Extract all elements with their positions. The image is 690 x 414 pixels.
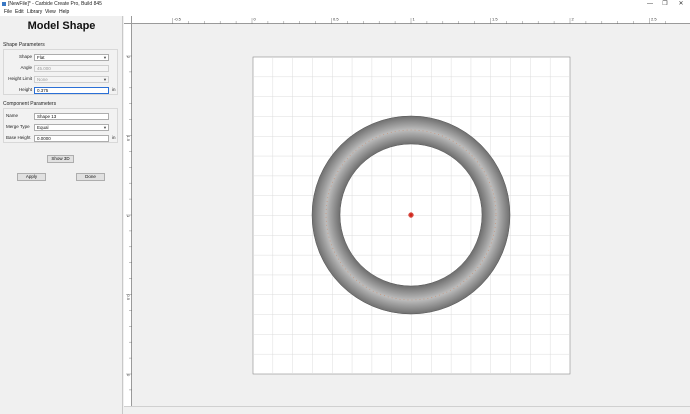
window-title: [NewFile]* - Carbide Create Pro, Build 8… [8, 1, 102, 7]
design-canvas[interactable] [132, 24, 690, 406]
base-height-unit: in [112, 135, 116, 140]
chevron-down-icon: ▼ [103, 55, 107, 60]
title-bar: [NewFile]* - Carbide Create Pro, Build 8… [0, 0, 690, 9]
component-parameters-group: Name Merge Type Equal ▼ Base Height in [3, 108, 118, 143]
component-parameters-label: Component Parameters [3, 101, 57, 107]
ruler-top-label: -0.5 [174, 17, 182, 22]
height-limit-value: None [37, 77, 48, 82]
app-icon [2, 2, 6, 6]
minimize-button[interactable]: — [642, 0, 658, 9]
shape-select[interactable]: Flat ▼ [34, 54, 109, 61]
ruler-left-scale: 2 1.5 1 0.5 0 [126, 55, 132, 391]
chevron-down-icon: ▼ [103, 77, 107, 82]
height-label: Height [18, 87, 32, 92]
menu-file[interactable]: File [4, 9, 12, 16]
menu-help[interactable]: Help [59, 9, 69, 16]
ruler-top-label: 1.5 [492, 17, 498, 22]
height-limit-label: Height Limit [8, 76, 32, 81]
ruler-top-scale: -0.5 0 0.5 1 1.5 2 2.5 [172, 17, 666, 24]
menu-edit[interactable]: Edit [15, 9, 24, 16]
canvas-scrollbar[interactable] [124, 406, 690, 414]
ruler-top-label: 2.5 [651, 17, 657, 22]
ruler-left-label: 2 [126, 56, 131, 59]
menu-view[interactable]: View [45, 9, 56, 16]
ruler-top: -0.5 0 0.5 1 1.5 2 2.5 [132, 16, 690, 24]
base-height-field[interactable] [34, 135, 109, 142]
merge-type-value: Equal [37, 125, 49, 130]
ruler-left: 2 1.5 1 0.5 0 [124, 24, 132, 406]
menu-library[interactable]: Library [27, 9, 42, 16]
menu-bar: File Edit Library View Help [0, 9, 690, 16]
ruler-corner [124, 16, 132, 24]
maximize-button[interactable]: ❐ [657, 0, 673, 9]
panel-title: Model Shape [27, 20, 96, 32]
model-shape-panel: Model Shape Shape Parameters Shape Flat … [0, 16, 123, 414]
close-button[interactable]: ✕ [673, 0, 689, 9]
name-field[interactable] [34, 113, 109, 120]
height-unit: in [112, 87, 116, 92]
done-button[interactable]: Done [76, 173, 105, 181]
merge-type-select[interactable]: Equal ▼ [34, 124, 109, 131]
shape-parameters-group: Shape Flat ▼ Angle Height Limit None ▼ H… [3, 49, 118, 95]
height-field[interactable] [34, 87, 109, 94]
base-height-label: Base Height [6, 135, 31, 140]
angle-label: Angle [20, 65, 32, 70]
ruler-left-label: 1.5 [126, 136, 131, 142]
ruler-left-label: 1 [126, 215, 131, 218]
ruler-top-label: 0.5 [333, 17, 339, 22]
shape-select-value: Flat [37, 55, 45, 60]
merge-type-label: Merge Type [6, 124, 30, 129]
angle-field[interactable] [34, 65, 109, 72]
origin-marker-icon [408, 212, 414, 218]
shape-parameters-label: Shape Parameters [3, 42, 45, 48]
height-limit-select[interactable]: None ▼ [34, 76, 109, 83]
ruler-top-label: 0 [254, 17, 257, 22]
ruler-left-label: 0.5 [126, 295, 131, 301]
name-label: Name [6, 113, 19, 118]
ruler-left-label: 0 [126, 374, 131, 377]
show-3d-button[interactable]: Show 3D [47, 155, 74, 163]
ruler-top-label: 2 [572, 17, 575, 22]
shape-label: Shape [18, 54, 32, 59]
chevron-down-icon: ▼ [103, 125, 107, 130]
apply-button[interactable]: Apply [17, 173, 46, 181]
ruler-top-label: 1 [413, 17, 416, 22]
